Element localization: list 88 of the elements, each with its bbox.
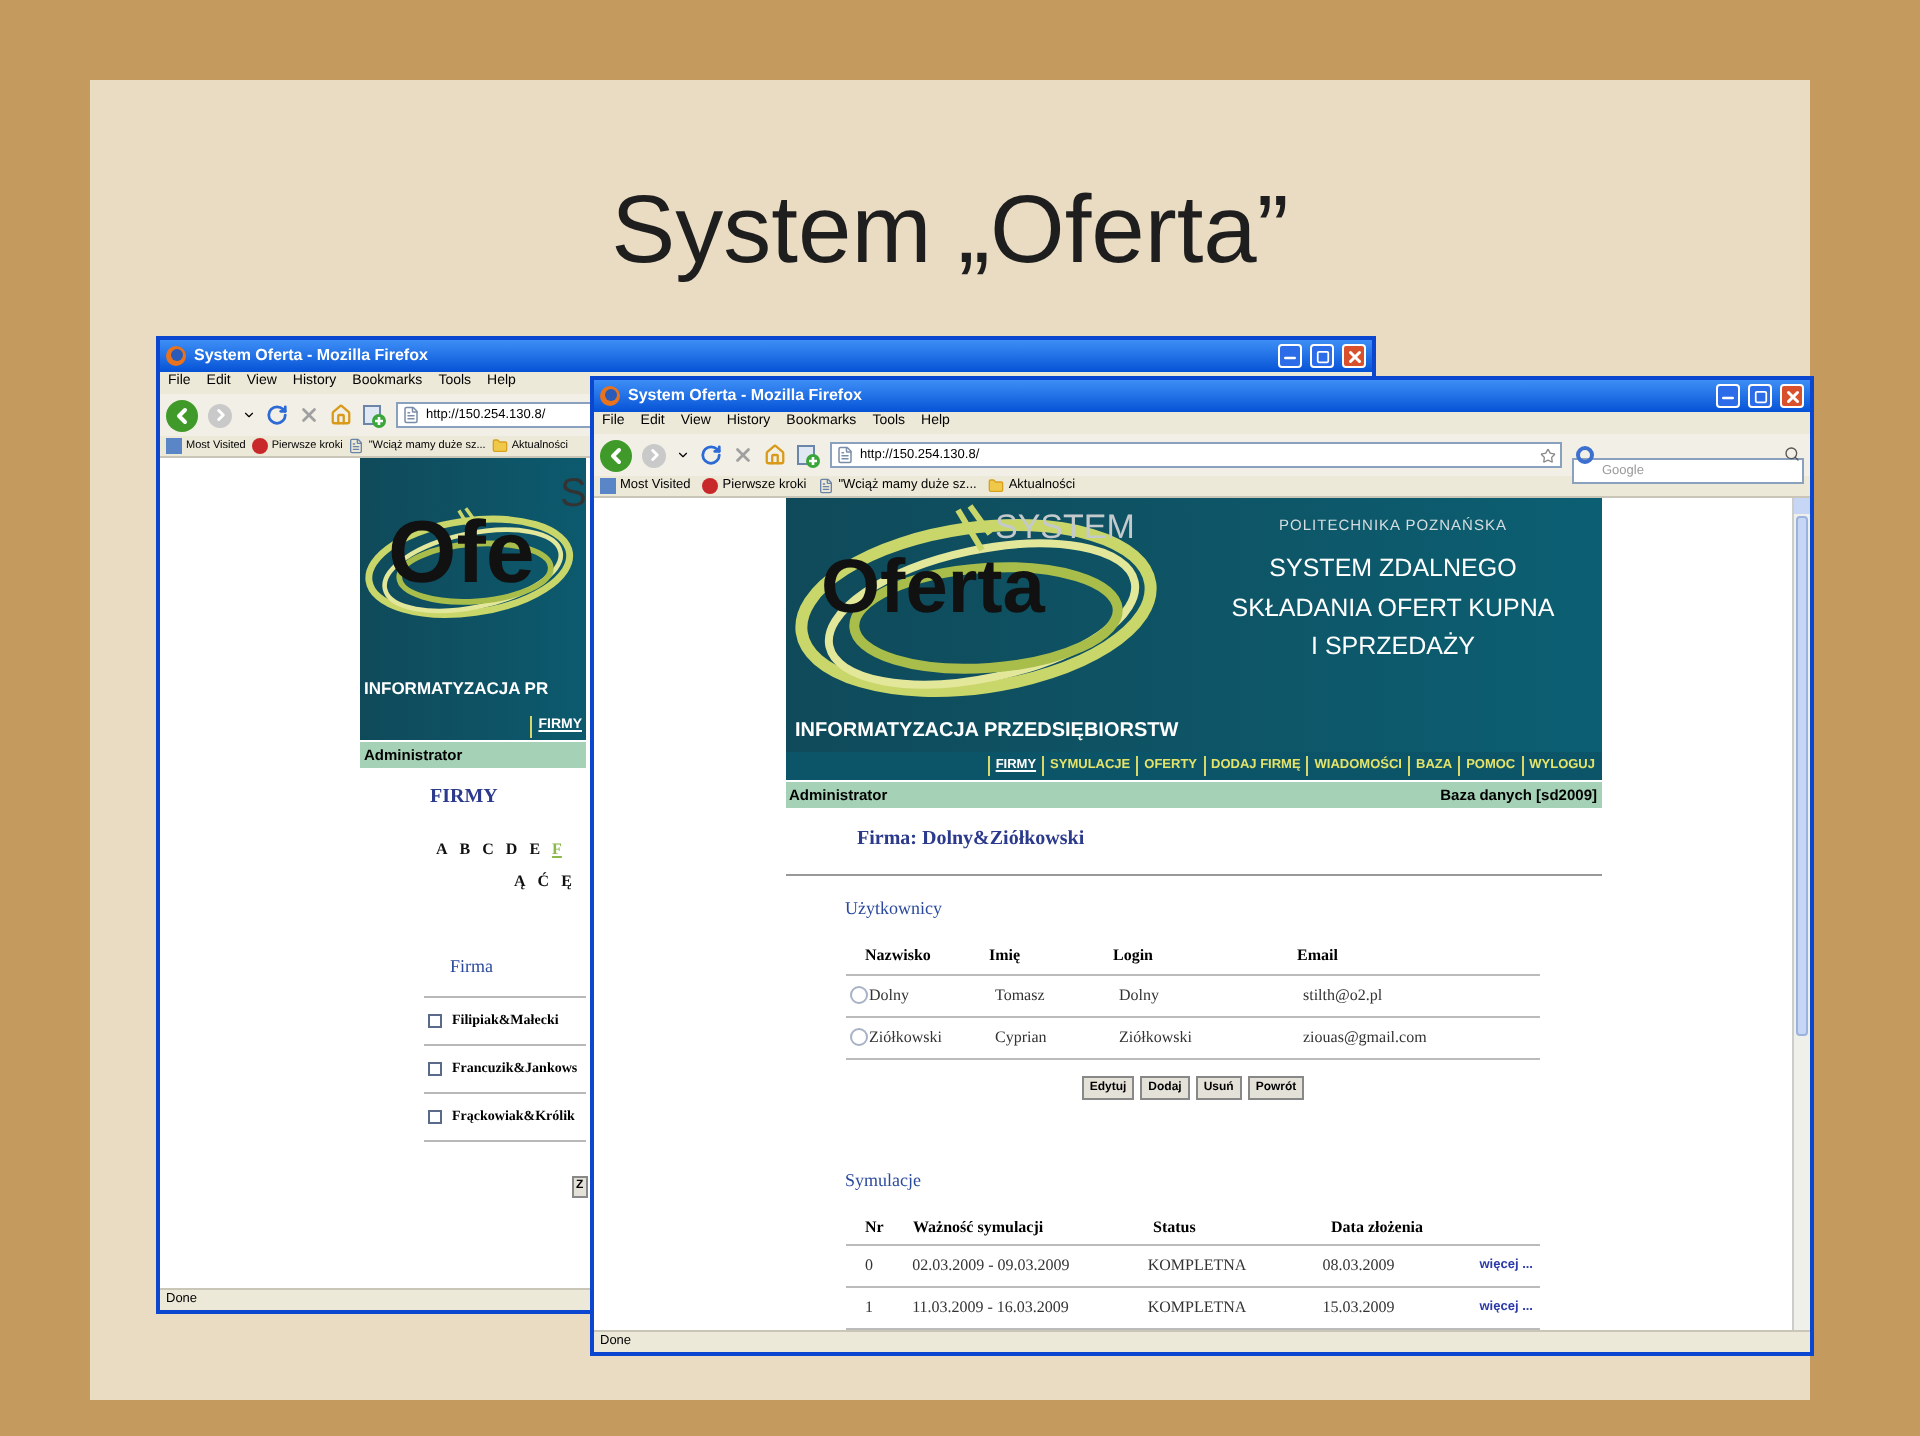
letter-link[interactable]: Ę [561,870,572,894]
page-heading: Firma: Dolny&Ziółkowski [855,826,1087,854]
stop-icon[interactable] [298,404,320,426]
bookmark-add-icon[interactable] [796,443,820,467]
column-header: Email [1297,944,1340,968]
table-cell-text: 08.03.2009 [1322,1254,1397,1278]
banner-caption: INFORMATYZACJA PR [362,676,551,702]
letter-link[interactable]: C [482,838,494,862]
table-cell-text: Dolny [869,983,911,1007]
slide-title: System „Oferta” [611,184,1289,280]
checkbox[interactable] [428,1109,442,1123]
reload-icon[interactable] [266,404,288,426]
maximize-button[interactable] [1748,384,1772,408]
table-cell-text: ziouas@gmail.com [1303,1025,1429,1049]
search-engine-icon[interactable] [1576,446,1594,464]
column-header: Firma [448,954,495,980]
table-cell-text: KOMPLETNA [1147,1296,1249,1320]
column-header: Imię [989,944,1023,968]
table-cell-text: 02.03.2009 - 09.03.2009 [912,1254,1072,1278]
page-icon [836,446,854,464]
table-cell-text: Tomasz [995,983,1047,1007]
banner-caption: INFORMATYZACJA PRZEDSIĘBIORSTW [793,718,1181,746]
table-cell-text: Dolny [1119,983,1161,1007]
bookmark-add-icon[interactable] [362,403,386,427]
slogan-line: SYSTEM ZDALNEGO [1269,556,1517,582]
radio-button[interactable] [849,986,867,1004]
caret-icon[interactable] [676,448,690,462]
page-heading: FIRMY [428,784,500,812]
bookmark-icon [166,438,182,454]
letter-link[interactable]: B [459,838,471,862]
slogan-line: SKŁADANIA OFERT KUPNA [1231,595,1555,621]
table-cell-text: Ziółkowski [869,1025,944,1049]
home-icon[interactable] [330,404,352,426]
stop-icon[interactable] [732,444,754,466]
star-icon[interactable] [1540,447,1556,463]
caret-icon[interactable] [242,408,256,422]
window-title: System Oferta - Mozilla Firefox [194,344,428,368]
page-icon [818,478,835,494]
letter-link[interactable]: A [436,838,448,862]
logo-text: S [560,474,586,514]
slogan-line: I SPRZEDAŻY [1311,634,1475,660]
table-cell-text: 11.03.2009 - 16.03.2009 [912,1296,1071,1320]
forward-icon [645,446,663,464]
table-cell-text: Ziółkowski [1119,1025,1194,1049]
column-header: Ważność symulacji [913,1215,1046,1239]
table-cell-text: Cyprian [995,1025,1049,1049]
back-button[interactable] [166,399,198,431]
letter-link[interactable]: E [529,838,541,862]
page-icon [348,438,365,454]
close-icon [1345,347,1363,365]
back-button[interactable] [600,439,632,471]
column-header: Nazwisko [865,944,933,968]
page-icon [402,406,420,424]
radio-button[interactable] [849,1028,867,1046]
table-cell-text: stilth@o2.pl [1303,983,1385,1007]
minimize-button[interactable] [1716,384,1740,408]
maximize-icon [1753,389,1767,403]
folder-icon [491,438,508,454]
column-header: Login [1113,944,1156,968]
home-icon[interactable] [764,444,786,466]
column-header: Nr [865,1215,886,1239]
browser-logo-icon [166,346,186,366]
browser-logo-icon [600,386,620,406]
column-header: Data złożenia [1331,1215,1425,1239]
table-cell-text: KOMPLETNA [1147,1254,1249,1278]
minimize-button[interactable] [1278,344,1302,368]
letter-link[interactable]: Ą [514,870,526,894]
section-title: Symulacje [843,1167,923,1194]
close-icon [1783,387,1801,405]
table-cell-text: 15.03.2009 [1322,1296,1397,1320]
letter-link[interactable]: Ć [537,870,550,894]
section-title: Użytkownicy [843,896,944,922]
maximize-button[interactable] [1310,344,1334,368]
forward-icon [211,406,229,424]
reload-icon[interactable] [700,444,722,466]
close-button[interactable] [1780,384,1804,408]
search-icon[interactable] [1784,446,1800,462]
checkbox[interactable] [428,1013,442,1027]
checkbox[interactable] [428,1061,442,1075]
letter-link[interactable]: D [505,838,518,862]
bookmark-icon [600,478,616,494]
maximize-icon [1315,349,1329,363]
table-cell-text: 1 [865,1296,875,1320]
folder-icon [988,478,1005,494]
table-cell-text: 0 [865,1254,875,1278]
close-button[interactable] [1342,344,1366,368]
window-title: System Oferta - Mozilla Firefox [628,384,862,408]
column-header: Status [1153,1215,1198,1239]
